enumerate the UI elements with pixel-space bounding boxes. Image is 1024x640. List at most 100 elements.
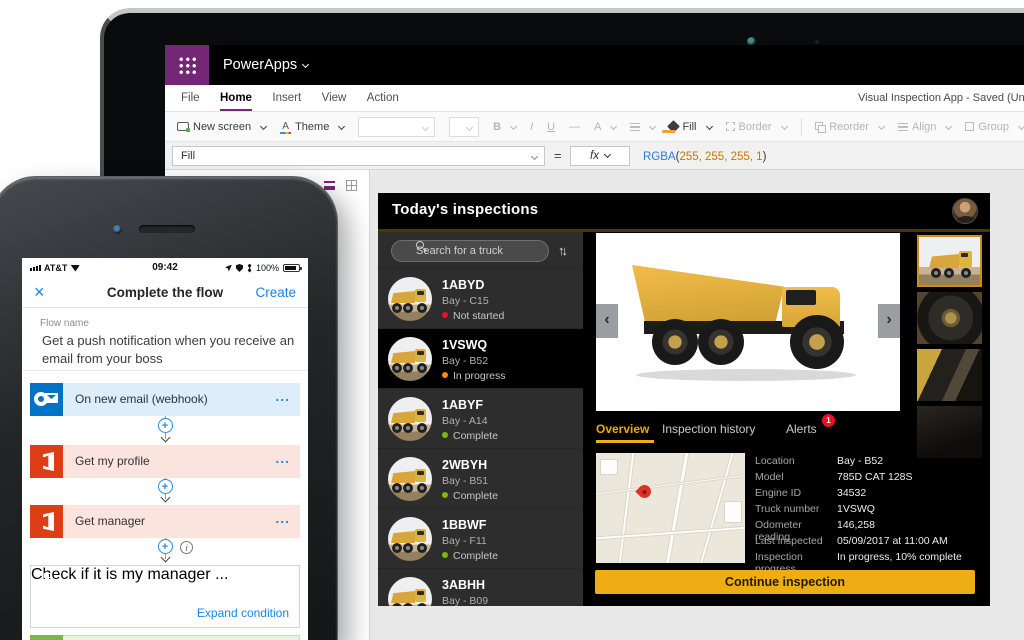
menu-item[interactable]: File	[181, 85, 200, 111]
paragraph-align-button[interactable]	[630, 123, 655, 131]
property-select[interactable]: Fill	[172, 146, 545, 166]
photo-thumbnail-wheel[interactable]	[917, 292, 982, 344]
flow-step-on-new-email[interactable]: On new email (webhook) ...	[30, 383, 300, 416]
truck-name: 1VSWQ	[442, 338, 487, 352]
truck-bed-shape	[391, 591, 415, 603]
truck-photo-thumbnail	[388, 517, 432, 561]
step-menu-dots[interactable]: ...	[275, 380, 290, 413]
truck-cab-shape	[415, 529, 426, 542]
green-step-icon	[30, 635, 63, 640]
photo-next-button[interactable]: ›	[878, 304, 900, 338]
battery-icon	[283, 264, 300, 272]
formula-input[interactable]: RGBA(255, 255, 255, 1)	[643, 146, 766, 166]
office-waffle-tile[interactable]	[165, 45, 209, 85]
truck-list-item[interactable]: 2WBYH Bay - B51 Complete	[378, 448, 583, 508]
flow-step-get-manager[interactable]: Get manager ...	[30, 505, 300, 538]
strikethrough-button[interactable]: —	[569, 121, 580, 133]
status-right-cluster: 100%	[225, 258, 300, 278]
truck-list-item[interactable]: 1VSWQ Bay - B52 In progress	[378, 328, 583, 388]
grid-view-icon[interactable]	[346, 180, 357, 191]
photo-thumbnail-dark[interactable]	[917, 406, 982, 458]
truck-status: Complete	[442, 550, 498, 562]
create-button[interactable]: Create	[255, 278, 296, 308]
truck-shadow	[636, 369, 856, 381]
menu-item[interactable]: View	[322, 85, 347, 111]
powerapps-app-switcher[interactable]: PowerApps	[223, 45, 308, 85]
expand-condition-link[interactable]: Expand condition	[197, 599, 289, 627]
truck-wheel-shape	[392, 483, 402, 493]
photo-thumbnail-truck[interactable]	[917, 235, 982, 287]
step-menu-dots[interactable]: ...	[275, 442, 290, 475]
chevron-down-icon	[604, 151, 611, 158]
user-avatar[interactable]	[952, 198, 978, 224]
truck-wheel-shape	[417, 603, 427, 606]
italic-button[interactable]: I	[530, 121, 533, 133]
flow-name-value[interactable]: Get a push notification when you receive…	[42, 332, 296, 367]
app-page-title: Today's inspections	[392, 201, 538, 218]
truck-status: Not started	[442, 310, 504, 322]
condition-header: Check if it is my manager ...	[31, 566, 299, 599]
detail-label: Truck number	[755, 503, 837, 515]
continue-inspection-button[interactable]: Continue inspection	[595, 570, 975, 594]
menu-item[interactable]: Action	[367, 85, 399, 111]
tab-alerts[interactable]: Alerts	[786, 422, 817, 436]
step-menu-dots[interactable]: ...	[215, 566, 228, 583]
truck-list-item[interactable]: 1ABYD Bay - C15 Not started	[378, 268, 583, 328]
chevron-down-icon	[878, 123, 885, 130]
fx-select[interactable]: fx	[570, 146, 630, 166]
menu-item[interactable]: Home	[220, 85, 252, 111]
office-icon	[30, 505, 63, 538]
truck-wheel-shape	[392, 303, 402, 313]
location-map[interactable]	[596, 453, 745, 563]
border-button[interactable]: Border	[726, 121, 787, 133]
insert-step-button[interactable]: +	[158, 418, 173, 433]
truck-list-item[interactable]: 3ABHH Bay - B09	[378, 568, 583, 606]
border-icon	[726, 122, 735, 131]
chevron-down-icon	[1018, 123, 1024, 130]
flow-step-get-my-profile[interactable]: Get my profile ...	[30, 445, 300, 478]
align-button[interactable]: Align	[898, 121, 951, 133]
truck-list-item[interactable]: 1ABYF Bay - A14 Complete	[378, 388, 583, 448]
bluetooth-icon	[247, 264, 252, 273]
active-tab-underline	[596, 440, 654, 443]
step-menu-dots[interactable]: ...	[275, 502, 290, 535]
reorder-button[interactable]: Reorder	[815, 121, 884, 133]
phone-navbar: × Complete the flow Create	[22, 278, 308, 308]
truck-wheel-shape	[392, 543, 402, 553]
sort-icon[interactable]: ↑↓	[558, 243, 565, 258]
detail-value: Bay - B52	[837, 455, 883, 467]
fill-button[interactable]: Fill	[669, 121, 711, 133]
detail-value: In progress, 10% complete	[837, 551, 962, 563]
alerts-badge: 1	[822, 414, 835, 427]
location-arrow-icon	[225, 265, 232, 272]
font-family-select[interactable]	[358, 117, 434, 137]
photo-prev-button[interactable]: ‹	[596, 304, 618, 338]
font-size-select[interactable]	[449, 117, 479, 137]
truck-list-item[interactable]: 1BBWF Bay - F11 Complete	[378, 508, 583, 568]
chevron-down-icon	[422, 123, 429, 130]
wheel	[652, 319, 698, 365]
font-color-button[interactable]: A	[594, 121, 616, 133]
underline-button[interactable]: U	[547, 121, 555, 133]
truck-bay: Bay - C15	[442, 295, 489, 307]
truck-search-input[interactable]: Search for a truck	[391, 240, 549, 262]
theme-button[interactable]: ATheme	[280, 121, 344, 133]
new-screen-button[interactable]: New screen	[177, 121, 266, 133]
group-icon	[965, 122, 974, 131]
menu-item[interactable]: Insert	[272, 85, 301, 111]
wheel	[698, 319, 744, 365]
tab-overview[interactable]: Overview	[596, 422, 649, 436]
truck-cab-shape	[415, 349, 426, 362]
bold-button[interactable]: B	[493, 121, 516, 133]
group-button[interactable]: Group	[965, 121, 1024, 133]
list-view-icon[interactable]	[324, 181, 335, 190]
powerapps-menubar: File Home Insert View Action Visual Insp…	[165, 85, 1024, 112]
detail-value: 34532	[837, 487, 866, 499]
truck-status: Complete	[442, 430, 498, 442]
vpn-shield-icon	[236, 264, 243, 272]
chevron-down-icon	[705, 123, 712, 130]
info-icon[interactable]: i	[180, 541, 193, 554]
photo-thumbnail-machinery[interactable]	[917, 349, 982, 401]
flow-step-condition[interactable]: Check if it is my manager ... Expand con…	[30, 565, 300, 628]
tab-inspection-history[interactable]: Inspection history	[662, 422, 755, 436]
